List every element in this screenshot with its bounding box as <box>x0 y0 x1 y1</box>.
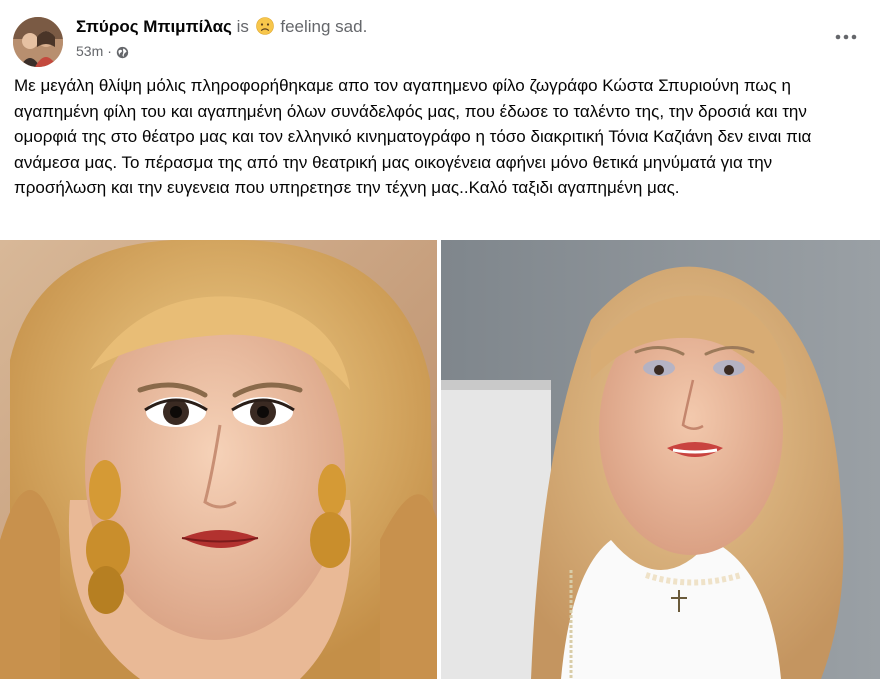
facebook-post: Σπύρος Μπιμπίλας is feeling sad. 53m · Μ… <box>0 0 880 679</box>
post-header: Σπύρος Μπιμπίλας is feeling sad. 53m · <box>0 0 880 70</box>
photo-left[interactable] <box>0 240 437 679</box>
author-avatar[interactable] <box>13 17 63 67</box>
sad-face-emoji-icon <box>255 17 274 41</box>
portrait-photo-young-icon <box>0 240 437 679</box>
post-timestamp[interactable]: 53m <box>76 43 103 59</box>
post-meta: 53m · <box>76 41 129 64</box>
author-line: Σπύρος Μπιμπίλας is feeling sad. <box>76 16 367 41</box>
post-body-text: Με μεγάλη θλίψη μόλις πληροφορήθηκαμε απ… <box>14 76 812 198</box>
more-options-icon <box>835 34 857 40</box>
meta-separator: · <box>107 43 112 59</box>
photo-right[interactable] <box>441 240 880 679</box>
feeling-text: feeling sad. <box>280 17 368 36</box>
globe-icon[interactable] <box>116 44 129 64</box>
is-text: is <box>236 17 249 36</box>
portrait-photo-older-icon <box>441 240 880 679</box>
post-photos <box>0 240 880 679</box>
author-name[interactable]: Σπύρος Μπιμπίλας <box>76 17 232 36</box>
avatar-photo-icon <box>13 17 63 67</box>
more-options-button[interactable] <box>832 26 860 48</box>
